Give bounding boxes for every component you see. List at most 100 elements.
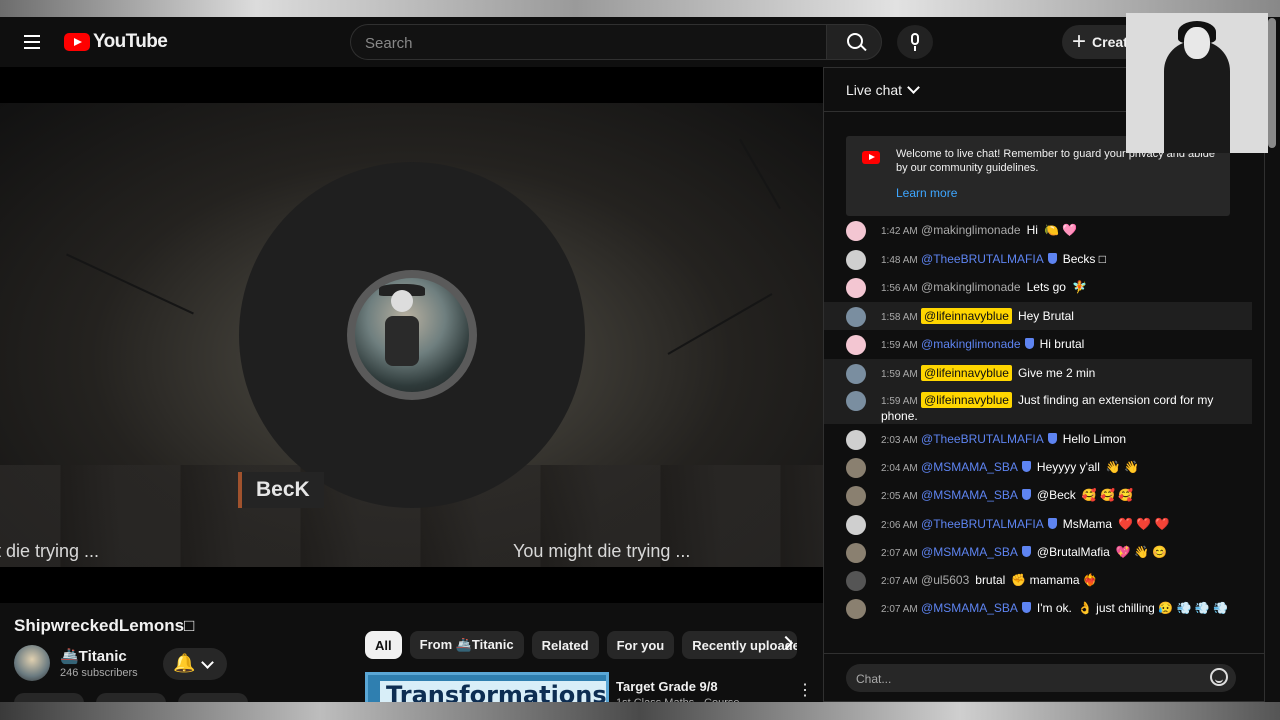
- picture-in-picture-overlay[interactable]: [1126, 13, 1268, 153]
- chat-author[interactable]: @makinglimonade: [921, 337, 1021, 351]
- chat-mode-selector[interactable]: Live chat: [846, 82, 902, 98]
- chat-message-text: Hey Brutal: [1017, 309, 1074, 323]
- live-chat-panel: Live chat Welcome to live chat! Remember…: [823, 67, 1265, 702]
- chat-author[interactable]: @makinglimonade: [921, 280, 1021, 294]
- search-box[interactable]: [350, 24, 827, 61]
- menu-icon[interactable]: [24, 35, 40, 49]
- chip-all[interactable]: All: [365, 631, 402, 659]
- chat-timestamp: 2:07 AM: [881, 548, 918, 559]
- scrollbar[interactable]: [1268, 18, 1276, 148]
- chat-author[interactable]: @MSMAMA_SBA: [921, 601, 1018, 615]
- chat-author[interactable]: @MSMAMA_SBA: [921, 460, 1018, 474]
- chat-timestamp: 1:59 AM: [881, 369, 918, 380]
- chat-message[interactable]: 2:06 AM @TheeBRUTALMAFIA MsMama ❤️ ❤️ ❤️: [824, 515, 1252, 535]
- chat-avatar[interactable]: [846, 543, 866, 563]
- learn-more-link[interactable]: Learn more: [896, 186, 957, 200]
- voice-search-button[interactable]: [897, 25, 933, 59]
- chat-input-box[interactable]: [846, 664, 1236, 694]
- chat-author[interactable]: @MSMAMA_SBA: [921, 545, 1018, 559]
- chat-message[interactable]: 1:59 AM @makinglimonade Hi brutal: [824, 335, 1252, 355]
- chat-author[interactable]: @makinglimonade: [921, 223, 1021, 237]
- chat-emoji: ✊ mamama ❤️‍🔥: [1011, 573, 1098, 587]
- verified-shield-icon: [1024, 338, 1034, 349]
- chat-message[interactable]: 1:58 AM @lifeinnavyblue Hey Brutal: [824, 302, 1252, 330]
- chat-author[interactable]: @TheeBRUTALMAFIA: [921, 517, 1044, 531]
- verified-shield-icon: [1021, 461, 1031, 472]
- chat-avatar[interactable]: [846, 335, 866, 355]
- speaker-name-tag: BecK: [238, 472, 324, 508]
- chat-avatar[interactable]: [846, 571, 866, 591]
- video-player[interactable]: BecK t die trying ... You might die tryi…: [0, 67, 823, 603]
- chat-message[interactable]: 1:56 AM @makinglimonade Lets go 🧚: [824, 278, 1252, 298]
- chat-emoji: 👋 👋: [1105, 460, 1140, 474]
- chat-author[interactable]: @TheeBRUTALMAFIA: [921, 432, 1044, 446]
- chat-message[interactable]: 1:59 AM @lifeinnavyblue Give me 2 min: [824, 359, 1252, 387]
- chat-timestamp: 2:05 AM: [881, 491, 918, 502]
- chat-avatar[interactable]: [846, 599, 866, 619]
- window-frame-top: [0, 0, 1280, 17]
- chip-from-channel[interactable]: From 🚢Titanic: [409, 631, 524, 659]
- chat-timestamp: 2:07 AM: [881, 576, 918, 587]
- chat-message[interactable]: 2:07 AM @MSMAMA_SBA I'm ok. 👌 just chillin…: [824, 599, 1252, 639]
- plus-icon: +: [1072, 28, 1087, 55]
- chat-message[interactable]: 2:05 AM @MSMAMA_SBA @Beck 🥰 🥰 🥰: [824, 486, 1252, 506]
- window-frame-bottom: [0, 702, 1280, 720]
- chat-author[interactable]: @lifeinnavyblue: [921, 308, 1012, 324]
- video-title: ShipwreckedLemons□: [14, 616, 195, 635]
- chat-timestamp: 2:03 AM: [881, 435, 918, 446]
- pirate-skeleton-artwork: [347, 270, 477, 400]
- search-input[interactable]: [351, 25, 807, 61]
- chat-message-text: Heyyyy y'all: [1036, 460, 1100, 474]
- chat-message-text: Hi brutal: [1039, 337, 1085, 351]
- chat-message-text: MsMama: [1062, 517, 1113, 531]
- chat-avatar[interactable]: [846, 221, 866, 241]
- chat-avatar[interactable]: [846, 250, 866, 270]
- chat-author[interactable]: @ul5603: [921, 573, 969, 587]
- caption-right: You might die trying ...: [513, 541, 691, 561]
- chat-avatar[interactable]: [846, 364, 866, 384]
- chat-input[interactable]: [846, 664, 1198, 694]
- chat-avatar[interactable]: [846, 486, 866, 506]
- more-vert-icon[interactable]: ⋮: [797, 680, 813, 700]
- chat-author[interactable]: @TheeBRUTALMAFIA: [921, 252, 1044, 266]
- chat-emoji: 🧚: [1071, 280, 1087, 294]
- chat-author[interactable]: @MSMAMA_SBA: [921, 488, 1018, 502]
- chip-related[interactable]: Related: [531, 631, 599, 659]
- chat-message[interactable]: 2:07 AM @ul5603 brutal ✊ mamama ❤️‍🔥: [824, 571, 1252, 591]
- verified-shield-icon: [1021, 602, 1031, 613]
- search-button[interactable]: [826, 24, 882, 60]
- chat-message-text: Becks □: [1062, 252, 1106, 266]
- youtube-logo[interactable]: YouTube: [64, 31, 168, 53]
- chat-message[interactable]: 2:03 AM @TheeBRUTALMAFIA Hello Limon: [824, 430, 1252, 450]
- channel-name[interactable]: 🚢Titanic: [60, 647, 127, 665]
- notification-bell-button[interactable]: 🔔: [163, 648, 227, 680]
- chat-emoji: ❤️ ❤️ ❤️: [1118, 517, 1170, 531]
- chat-emoji: 💖 👋 😊: [1115, 545, 1168, 559]
- chat-avatar[interactable]: [846, 515, 866, 535]
- chat-avatar[interactable]: [846, 458, 866, 478]
- chat-message-text: Give me 2 min: [1017, 366, 1096, 380]
- youtube-logo-icon: [862, 151, 880, 164]
- chat-message[interactable]: 2:04 AM @MSMAMA_SBA Heyyyy y'all 👋 👋: [824, 458, 1252, 478]
- chat-message-text: brutal: [975, 573, 1006, 587]
- channel-avatar[interactable]: [14, 645, 50, 681]
- chat-emoji: 👌 just chilling 😥 💨 💨 💨: [1077, 601, 1228, 615]
- chat-avatar[interactable]: [846, 430, 866, 450]
- chat-emoji: 🥰 🥰 🥰: [1081, 488, 1134, 502]
- chevron-down-icon[interactable]: [907, 81, 920, 94]
- caption-left: t die trying ...: [0, 541, 100, 561]
- recommendation-title[interactable]: Target Grade 9/8: [616, 679, 718, 694]
- chat-author[interactable]: @lifeinnavyblue: [921, 365, 1012, 381]
- chip-for-you[interactable]: For you: [606, 631, 675, 659]
- emoji-icon[interactable]: [1210, 668, 1228, 686]
- youtube-logo-icon: [64, 33, 90, 51]
- chat-avatar[interactable]: [846, 278, 866, 298]
- chat-message[interactable]: 1:42 AM @makinglimonade Hi 🍋 🩷: [824, 221, 1252, 241]
- chat-avatar[interactable]: [846, 391, 866, 411]
- chat-avatar[interactable]: [846, 307, 866, 327]
- chat-author[interactable]: @lifeinnavyblue: [921, 392, 1012, 408]
- chat-message[interactable]: 1:48 AM @TheeBRUTALMAFIA Becks □: [824, 250, 1252, 270]
- chat-message[interactable]: 1:59 AM @lifeinnavyblue Just finding an e…: [824, 386, 1252, 424]
- chat-message[interactable]: 2:07 AM @MSMAMA_SBA @BrutalMafia 💖 👋 😊: [824, 543, 1252, 563]
- verified-shield-icon: [1021, 489, 1031, 500]
